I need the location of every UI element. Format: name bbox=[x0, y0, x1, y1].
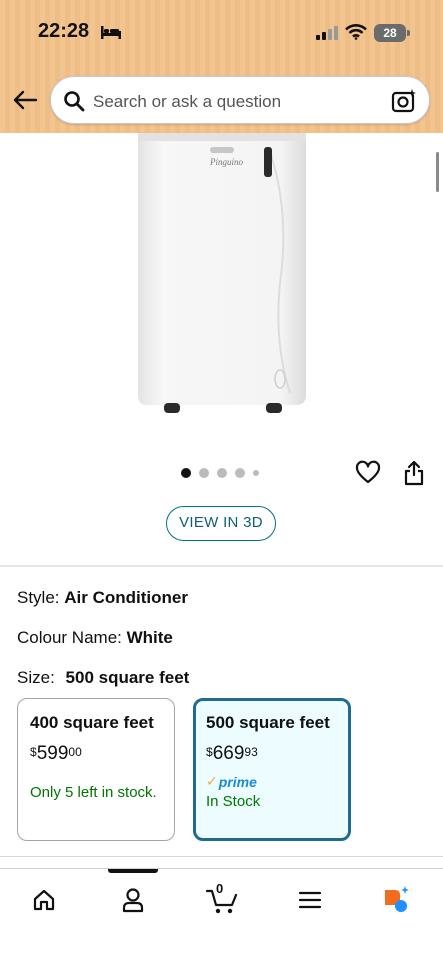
product-image[interactable]: Pinguino bbox=[130, 133, 310, 418]
home-icon bbox=[33, 889, 55, 911]
carousel-dot[interactable] bbox=[199, 468, 209, 478]
nav-cart[interactable]: 0 bbox=[202, 881, 242, 917]
size-label: Size: bbox=[17, 668, 55, 687]
active-tab-indicator bbox=[108, 869, 158, 873]
nav-account[interactable] bbox=[115, 883, 151, 917]
stock-status: In Stock bbox=[206, 793, 261, 810]
menu-icon bbox=[298, 891, 322, 909]
sleep-focus-icon bbox=[101, 26, 121, 39]
carousel-dot[interactable] bbox=[235, 468, 245, 478]
search-icon bbox=[64, 91, 85, 112]
size-option-500-selected[interactable]: 500 square feet $ 669 93 ✓ prime In Stoc… bbox=[193, 698, 351, 841]
share-icon[interactable] bbox=[402, 460, 426, 486]
nav-assistant[interactable] bbox=[378, 883, 414, 917]
prime-check-icon: ✓ bbox=[206, 773, 218, 789]
back-arrow-icon bbox=[13, 90, 38, 110]
colour-label: Colour Name: bbox=[17, 628, 122, 647]
nav-home[interactable] bbox=[26, 883, 62, 917]
colour-row: Colour Name: White bbox=[17, 628, 173, 648]
account-icon bbox=[122, 888, 144, 913]
nav-menu[interactable] bbox=[292, 883, 328, 917]
assistant-icon bbox=[385, 886, 409, 912]
section-divider bbox=[0, 565, 443, 567]
prime-badge: ✓ prime bbox=[206, 773, 257, 790]
app-header: 22:28 28 Search or ask a question bbox=[0, 0, 443, 133]
bottom-nav: 0 bbox=[0, 868, 443, 960]
carousel-dots[interactable] bbox=[181, 468, 259, 478]
size-value: 500 square feet bbox=[65, 668, 190, 687]
search-bar[interactable]: Search or ask a question bbox=[50, 76, 430, 124]
size-option-price: $ 599 00 bbox=[30, 743, 82, 764]
battery-indicator: 28 bbox=[374, 24, 410, 42]
wifi-icon bbox=[345, 24, 367, 40]
svg-text:Pinguino: Pinguino bbox=[209, 157, 243, 167]
stock-status: Only 5 left in stock. bbox=[30, 784, 157, 801]
carousel-dot[interactable] bbox=[181, 468, 191, 478]
size-option-400[interactable]: 400 square feet $ 599 00 Only 5 left in … bbox=[17, 698, 175, 841]
size-row: Size: 500 square feet bbox=[17, 668, 189, 688]
back-button[interactable] bbox=[10, 88, 40, 112]
style-label: Style: bbox=[17, 588, 60, 607]
size-option-price: $ 669 93 bbox=[206, 743, 258, 764]
cellular-signal-icon bbox=[316, 26, 338, 40]
carousel-dot[interactable] bbox=[217, 468, 227, 478]
style-value: Air Conditioner bbox=[64, 588, 188, 607]
size-option-title: 400 square feet bbox=[30, 713, 154, 732]
camera-lens-icon[interactable] bbox=[391, 88, 417, 114]
size-option-title: 500 square feet bbox=[206, 713, 330, 732]
view-in-3d-button[interactable]: VIEW IN 3D bbox=[166, 506, 276, 541]
carousel-dot[interactable] bbox=[253, 470, 259, 476]
style-row: Style: Air Conditioner bbox=[17, 588, 188, 608]
colour-value: White bbox=[126, 628, 173, 647]
scrollbar[interactable] bbox=[436, 152, 439, 192]
section-divider bbox=[0, 856, 443, 857]
search-input[interactable]: Search or ask a question bbox=[93, 92, 281, 112]
heart-icon[interactable] bbox=[355, 460, 381, 486]
status-time: 22:28 bbox=[38, 20, 90, 42]
cart-count: 0 bbox=[216, 881, 224, 896]
